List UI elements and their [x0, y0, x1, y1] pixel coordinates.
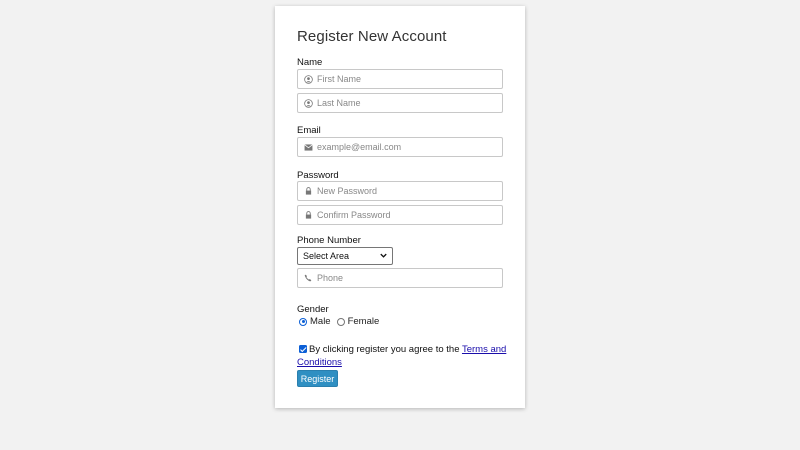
phone-field[interactable] [297, 268, 503, 288]
register-form-card: Register New Account Name Email [275, 6, 525, 408]
envelope-icon [300, 143, 316, 151]
chevron-down-icon [379, 251, 388, 262]
password-label: Password [297, 170, 339, 181]
area-select-value: Select Area [303, 251, 350, 261]
last-name-input[interactable] [316, 95, 497, 111]
lock-icon [300, 211, 316, 219]
name-label: Name [297, 57, 323, 68]
email-input[interactable] [316, 139, 497, 155]
user-icon [300, 98, 316, 108]
first-name-field[interactable] [297, 69, 503, 89]
phone-icon [300, 274, 316, 282]
email-label: Email [297, 125, 321, 136]
new-password-input[interactable] [316, 183, 497, 199]
gender-options: Male Female [299, 316, 379, 327]
register-button[interactable]: Register [297, 370, 338, 387]
phone-label: Phone Number [297, 235, 361, 246]
new-password-field[interactable] [297, 181, 503, 201]
first-name-input[interactable] [316, 71, 497, 87]
male-radio[interactable] [299, 317, 307, 326]
user-icon [300, 74, 316, 84]
phone-input[interactable] [316, 270, 497, 286]
confirm-password-field[interactable] [297, 205, 503, 225]
terms-agreement: By clicking register you agree to the Te… [297, 343, 507, 369]
terms-text: By clicking register you agree to the [309, 344, 462, 355]
gender-label: Gender [297, 304, 329, 315]
email-field[interactable] [297, 137, 503, 157]
last-name-field[interactable] [297, 93, 503, 113]
page-title: Register New Account [297, 28, 447, 45]
male-radio-label[interactable]: Male [310, 316, 331, 327]
female-radio-label[interactable]: Female [348, 316, 380, 327]
female-radio[interactable] [336, 317, 345, 326]
lock-icon [300, 187, 316, 195]
confirm-password-input[interactable] [316, 207, 497, 223]
area-select[interactable]: Select Area [297, 247, 393, 265]
terms-checkbox[interactable] [299, 345, 307, 353]
